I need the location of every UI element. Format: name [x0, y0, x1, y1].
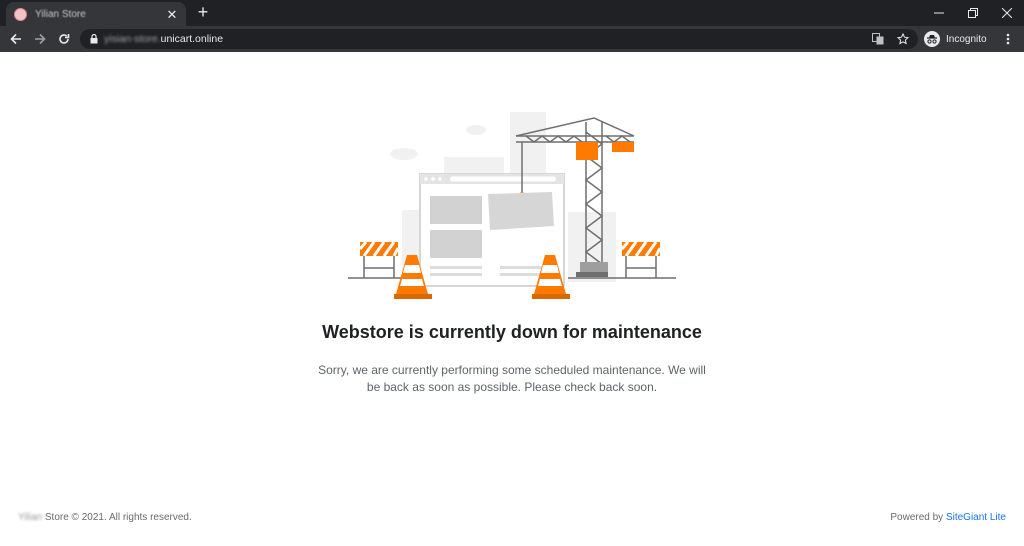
arrow-left-icon[interactable]	[4, 27, 28, 51]
incognito-indicator[interactable]: Incognito	[924, 29, 987, 49]
tab-title: Yilian Store	[35, 8, 86, 20]
sitegiant-link[interactable]: SiteGiant Lite	[946, 512, 1006, 523]
translate-icon[interactable]	[870, 31, 886, 47]
footer-powered-by: Powered by SiteGiant Lite	[890, 512, 1006, 523]
footer-store-name: Yilian	[18, 512, 43, 523]
browser-tab[interactable]: Yilian Store ✕	[6, 2, 186, 26]
page-title: Webstore is currently down for maintenan…	[322, 322, 702, 342]
close-icon[interactable]: ✕	[166, 8, 178, 21]
address-bar[interactable]: yisian-store. unicart.online	[80, 29, 918, 49]
arrow-right-icon[interactable]	[28, 27, 52, 51]
footer-copyright: Yilian Store © 2021. All rights reserved…	[18, 512, 192, 523]
url-domain: unicart.online	[160, 33, 224, 45]
kebab-menu-icon[interactable]	[1000, 29, 1016, 49]
url-subdomain: yisian-store.	[104, 33, 161, 45]
browser-tabstrip: Yilian Store ✕ +	[0, 0, 1024, 26]
star-icon[interactable]	[895, 31, 911, 47]
reload-icon[interactable]	[52, 27, 76, 51]
plus-icon[interactable]: +	[194, 3, 212, 21]
footer-copyright-text: Store © 2021. All rights reserved.	[42, 512, 192, 523]
minimize-icon[interactable]	[922, 0, 956, 26]
maintenance-message: Sorry, we are currently performing some …	[318, 363, 706, 394]
browser-toolbar: yisian-store. unicart.online Incognito	[0, 26, 1024, 52]
window-controls	[922, 0, 1024, 26]
maintenance-illustration	[348, 112, 676, 299]
incognito-label: Incognito	[946, 33, 987, 45]
powered-by-prefix: Powered by	[890, 512, 946, 523]
restore-icon[interactable]	[956, 0, 990, 26]
incognito-icon	[924, 31, 940, 47]
lock-icon	[90, 34, 98, 44]
close-window-icon[interactable]	[990, 0, 1024, 26]
store-favicon-icon	[14, 7, 27, 21]
page-body: Webstore is currently down for maintenan…	[0, 52, 1024, 546]
